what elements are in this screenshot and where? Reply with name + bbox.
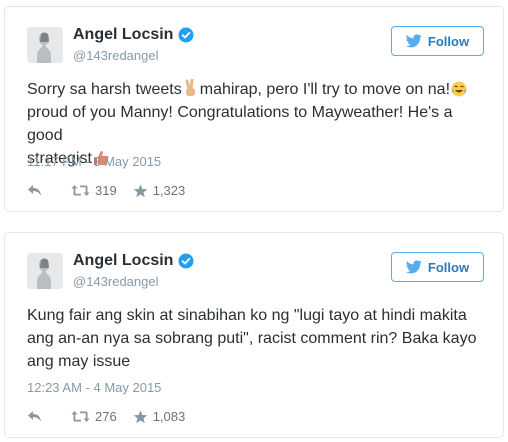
retweet-icon [71,411,90,422]
display-name[interactable]: Angel Locsin [73,252,173,270]
star-icon [133,184,148,197]
tweet-text-line: ang may issue [27,353,131,370]
like-button[interactable]: 1,323 [133,183,186,198]
tweet-timestamp[interactable]: 12:23 AM - 4 May 2015 [27,380,161,395]
tweet-actions: 319 1,323 [27,183,185,198]
tweet-text-line: Kung fair ang skin at sinabihan ko ng "l… [27,307,467,324]
follow-button[interactable]: Follow [391,252,484,282]
tweet-timestamp[interactable]: 11:17 PM - 3 May 2015 [27,154,161,169]
follow-button[interactable]: Follow [391,26,484,56]
retweet-icon [71,185,90,196]
reply-button[interactable] [27,184,43,197]
like-count: 1,323 [152,183,186,198]
tweet-card: Angel Locsin @143redangel Follow Kung fa… [4,232,504,438]
tweet-text-line: Sorry sa harsh tweets [27,81,182,98]
retweet-count: 319 [95,183,117,198]
tears-of-joy-icon [451,81,467,97]
tweet-text-line: ang an-an nya sa sobrang puti", racist c… [27,330,477,347]
avatar[interactable] [27,253,63,289]
star-icon [133,410,148,423]
display-name[interactable]: Angel Locsin [73,26,173,44]
verified-badge-icon [178,253,194,269]
tweet-text-line: mahirap, pero I'll try to move on na! [199,81,451,98]
user-handle[interactable]: @143redangel [73,274,158,289]
tweet-actions: 276 1,083 [27,409,185,424]
victory-hand-icon [185,79,195,96]
avatar[interactable] [27,27,63,63]
user-handle[interactable]: @143redangel [73,48,158,63]
retweet-count: 276 [95,409,117,424]
reply-button[interactable] [27,410,43,423]
tweet-card: Angel Locsin @143redangel Follow Sorry s… [4,6,504,212]
verified-badge-icon [178,27,194,43]
like-button[interactable]: 1,083 [133,409,186,424]
follow-label: Follow [427,33,470,49]
tweet-text: Kung fair ang skin at sinabihan ko ng "l… [27,304,489,373]
twitter-bird-icon [405,34,422,48]
twitter-bird-icon [405,260,422,274]
like-count: 1,083 [152,409,186,424]
reply-icon [28,185,41,196]
follow-label: Follow [427,259,470,275]
retweet-button[interactable]: 276 [71,409,117,424]
reply-icon [28,411,41,422]
tweet-text-line: proud of you Manny! Congratulations to M… [27,104,453,144]
retweet-button[interactable]: 319 [71,183,117,198]
